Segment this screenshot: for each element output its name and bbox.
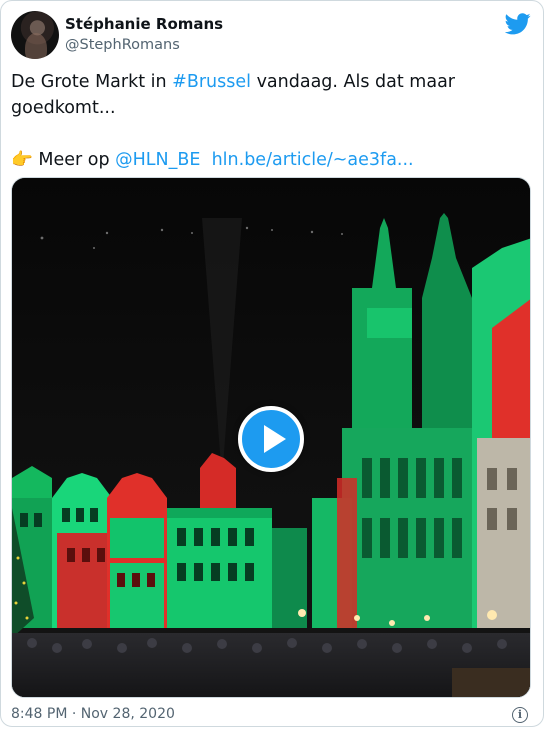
info-icon[interactable]: i (512, 707, 528, 723)
tweet-link-line: 👉 Meer op @HLN_BE hln.be/article/~ae3fa.… (11, 147, 531, 173)
text-segment: De Grote Markt in (11, 72, 173, 92)
pointing-hand-emoji: 👉 (11, 150, 33, 170)
article-link[interactable]: hln.be/article/~ae3fa... (212, 150, 414, 170)
tweet-timestamp[interactable]: 8:48 PM · Nov 28, 2020 (11, 706, 175, 722)
mention-link[interactable]: @HLN_BE (115, 150, 200, 170)
play-icon[interactable] (238, 406, 304, 472)
hashtag-link[interactable]: #Brussel (172, 72, 251, 92)
author-name[interactable]: Stéphanie Romans (65, 15, 223, 33)
tweet-card[interactable]: Stéphanie Romans @StephRomans De Grote M… (0, 0, 544, 727)
text-segment: Meer op (32, 150, 116, 170)
avatar[interactable] (11, 11, 59, 59)
twitter-bird-icon[interactable] (505, 13, 531, 35)
tweet-text-line: De Grote Markt in #Brussel vandaag. Als … (11, 69, 531, 121)
author-handle[interactable]: @StephRomans (65, 37, 180, 53)
tweet-text: De Grote Markt in #Brussel vandaag. Als … (11, 69, 531, 173)
video-player[interactable] (11, 177, 531, 698)
